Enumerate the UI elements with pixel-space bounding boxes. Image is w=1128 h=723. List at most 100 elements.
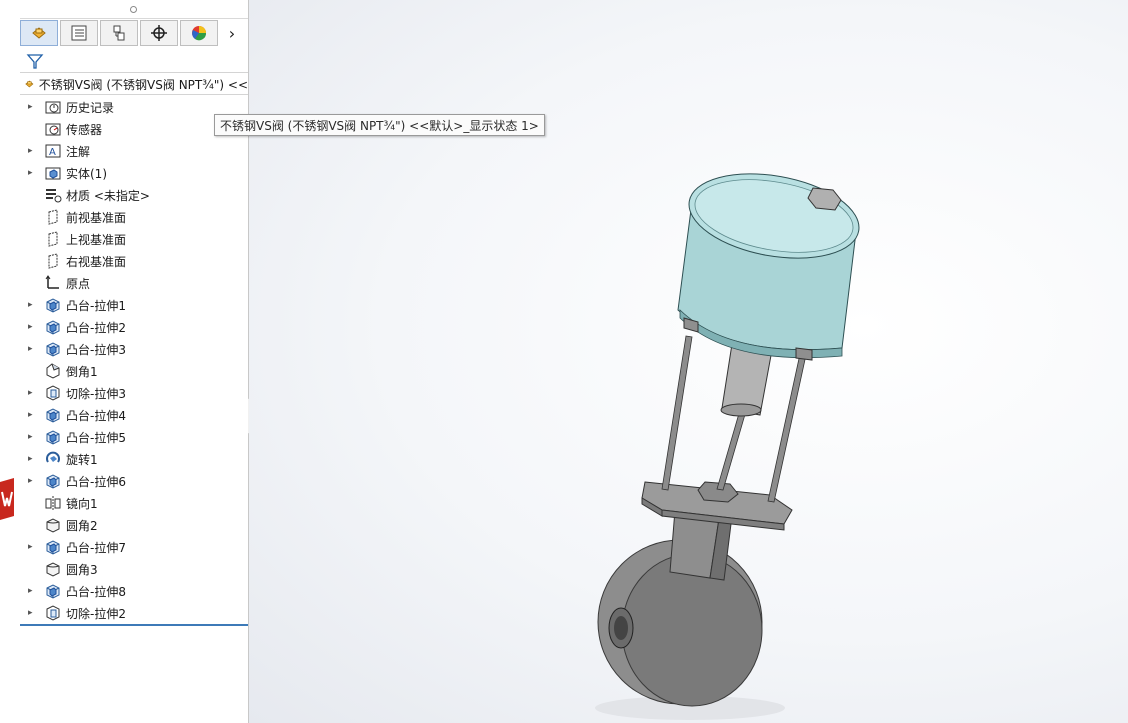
tree-item-label: 传感器 [66, 122, 103, 137]
tree-item[interactable]: 前视基准面 [20, 206, 248, 228]
tree-item[interactable]: 倒角1 [20, 360, 248, 382]
tree-item-label: 上视基准面 [66, 232, 127, 247]
tree-item[interactable]: 上视基准面 [20, 228, 248, 250]
tree-item-label: 材质 <未指定> [66, 188, 150, 203]
tree-item-label: 凸台-拉伸1 [66, 298, 126, 313]
cut-extrude-icon [44, 384, 62, 402]
tree-item[interactable]: ▸ 切除-拉伸2 [20, 602, 248, 624]
root-label: 不锈钢VS阀 (不锈钢VS阀 NPT¾") << [38, 77, 248, 92]
tree-item-label: 凸台-拉伸6 [66, 474, 126, 489]
tree-item-label: 注解 [66, 144, 91, 159]
tree-item[interactable]: ▸ 凸台-拉伸8 [20, 580, 248, 602]
tree-item[interactable]: ▸ 凸台-拉伸7 [20, 536, 248, 558]
part-icon [25, 80, 34, 88]
expand-arrow-icon[interactable]: ▸ [28, 608, 38, 618]
fillet-icon [44, 516, 62, 534]
tree-item-label: 实体(1) [66, 166, 107, 181]
feature-manager-panel: › 不锈钢VS阀 (不锈钢VS阀 NPT¾") << ▸ 历史记录 传感器 ▸ A 注解 ▸… [20, 0, 249, 723]
panel-grip[interactable] [20, 0, 248, 19]
tree-item-label: 圆角2 [66, 518, 98, 533]
expand-arrow-icon[interactable]: ▸ [28, 146, 38, 156]
filter-row [20, 50, 248, 73]
boss-extrude-icon [44, 296, 62, 314]
expand-arrow-icon[interactable]: ▸ [28, 388, 38, 398]
tree-item-label: 凸台-拉伸5 [66, 430, 126, 445]
rollback-bar[interactable] [20, 624, 248, 626]
expand-arrow-icon[interactable]: ▸ [28, 102, 38, 112]
tree-item[interactable]: 材质 <未指定> [20, 184, 248, 206]
tree-item-label: 镜向1 [66, 496, 98, 511]
tab-display-manager[interactable] [180, 20, 218, 46]
tree-item[interactable]: 镜向1 [20, 492, 248, 514]
left-edge-strip [0, 0, 20, 723]
plane-icon [44, 208, 62, 226]
tree-item[interactable]: ▸ 凸台-拉伸1 [20, 294, 248, 316]
annotations-folder-icon: A [44, 142, 62, 160]
chevron-right-icon[interactable]: › [220, 20, 244, 46]
expand-arrow-icon[interactable]: ▸ [28, 542, 38, 552]
configuration-manager-icon [113, 25, 125, 41]
tab-configuration-manager[interactable] [100, 20, 138, 46]
history-folder-icon [44, 98, 62, 116]
chamfer-icon [44, 362, 62, 380]
display-manager-icon [192, 26, 207, 41]
tree-item-label: 倒角1 [66, 364, 98, 379]
tab-property-manager[interactable] [60, 20, 98, 46]
dimxpert-icon [151, 25, 167, 41]
expand-arrow-icon[interactable]: ▸ [28, 168, 38, 178]
boss-extrude-icon [44, 582, 62, 600]
root-component[interactable]: 不锈钢VS阀 (不锈钢VS阀 NPT¾") << [20, 74, 248, 95]
filter-icon[interactable] [26, 52, 44, 70]
boss-extrude-icon [44, 406, 62, 424]
tab-dimxpert[interactable] [140, 20, 178, 46]
tree-item-label: 切除-拉伸3 [66, 386, 126, 401]
tree-item-label: 凸台-拉伸2 [66, 320, 126, 335]
tree-item[interactable]: ▸ 凸台-拉伸2 [20, 316, 248, 338]
tree-item[interactable]: 圆角2 [20, 514, 248, 536]
tree-item[interactable]: ▸ 凸台-拉伸4 [20, 404, 248, 426]
tree-item[interactable]: 圆角3 [20, 558, 248, 580]
tree-item[interactable]: ▸ 凸台-拉伸3 [20, 338, 248, 360]
mirror-icon [44, 494, 62, 512]
expand-arrow-icon[interactable]: ▸ [28, 454, 38, 464]
expand-arrow-icon[interactable]: ▸ [28, 344, 38, 354]
tree-item-label: 凸台-拉伸8 [66, 584, 126, 599]
tree-item-label: 凸台-拉伸7 [66, 540, 126, 555]
tree-item[interactable]: 右视基准面 [20, 250, 248, 272]
solid-bodies-folder-icon [44, 164, 62, 182]
feature-tree: ▸ 历史记录传感器 ▸ A 注解 ▸ 实体(1) 材质 <未指定> 前视基准面上视基准面右视基准… [20, 96, 248, 624]
tab-feature-manager[interactable] [20, 20, 58, 46]
expand-arrow-icon[interactable]: ▸ [28, 432, 38, 442]
plane-icon [44, 230, 62, 248]
expand-arrow-icon[interactable]: ▸ [28, 586, 38, 596]
tree-item-label: 历史记录 [66, 100, 115, 115]
tree-item[interactable]: ▸ A 注解 [20, 140, 248, 162]
tree-item[interactable]: ▸ 凸台-拉伸6 [20, 470, 248, 492]
tree-item[interactable]: 原点 [20, 272, 248, 294]
expand-arrow-icon[interactable]: ▸ [28, 300, 38, 310]
panel-tabs: › [20, 20, 248, 48]
tree-item-label: 原点 [66, 276, 91, 291]
tooltip-text: 不锈钢VS阀 (不锈钢VS阀 NPT¾") <<默认>_显示状态 1> [220, 118, 539, 133]
tree-item-label: 切除-拉伸2 [66, 606, 126, 621]
feature-tooltip: 不锈钢VS阀 (不锈钢VS阀 NPT¾") <<默认>_显示状态 1> [214, 114, 545, 136]
tree-item-label: 圆角3 [66, 562, 98, 577]
cut-extrude-icon [44, 604, 62, 622]
expand-arrow-icon[interactable]: ▸ [28, 476, 38, 486]
tree-item[interactable]: ▸ 切除-拉伸3 [20, 382, 248, 404]
tree-item-label: 凸台-拉伸3 [66, 342, 126, 357]
expand-arrow-icon[interactable]: ▸ [28, 322, 38, 332]
tree-item-label: 旋转1 [66, 452, 98, 467]
tree-item-label: 右视基准面 [66, 254, 127, 269]
solidworks-logo-fragment [0, 478, 14, 520]
expand-arrow-icon[interactable]: ▸ [28, 410, 38, 420]
tree-item-label: 凸台-拉伸4 [66, 408, 126, 423]
feature-manager-icon [32, 27, 46, 39]
sensors-folder-icon [44, 120, 62, 138]
tree-item[interactable]: ▸ 旋转1 [20, 448, 248, 470]
material-icon [44, 186, 62, 204]
plane-icon [44, 252, 62, 270]
tree-item[interactable]: ▸ 实体(1) [20, 162, 248, 184]
valve-3d-model [595, 173, 860, 720]
tree-item[interactable]: ▸ 凸台-拉伸5 [20, 426, 248, 448]
